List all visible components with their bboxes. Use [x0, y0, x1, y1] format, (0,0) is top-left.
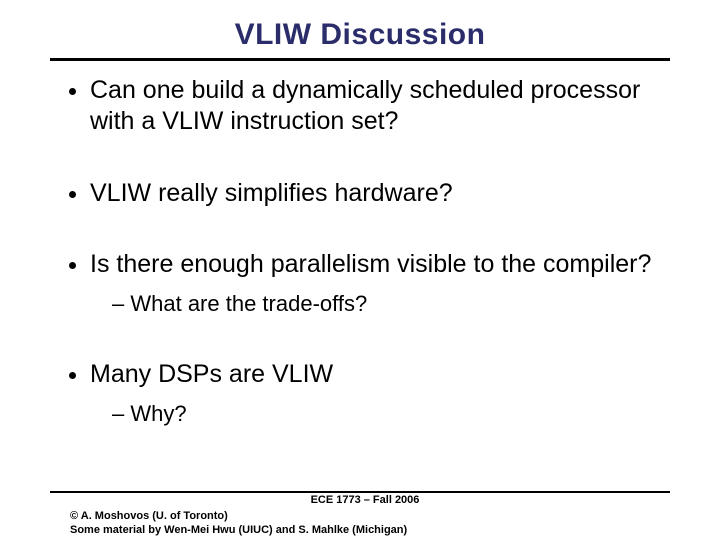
footer-rule: [50, 491, 670, 493]
sub-text: What are the trade-offs?: [130, 291, 367, 316]
list-item: Many DSPs are VLIW Why?: [90, 359, 660, 429]
list-item: Can one build a dynamically scheduled pr…: [90, 75, 660, 138]
sub-item: What are the trade-offs?: [112, 290, 660, 319]
bullet-list: Can one build a dynamically scheduled pr…: [60, 75, 660, 428]
list-item: VLIW really simplifies hardware?: [90, 178, 660, 209]
sub-list: Why?: [90, 400, 660, 429]
slide: VLIW Discussion Can one build a dynamica…: [0, 0, 720, 540]
bullet-text: VLIW really simplifies hardware?: [90, 179, 453, 207]
bullet-text: Many DSPs are VLIW: [90, 360, 333, 388]
footer-course: ECE 1773 – Fall 2006: [70, 494, 660, 508]
bullet-text: Can one build a dynamically scheduled pr…: [90, 76, 640, 135]
footer: ECE 1773 – Fall 2006 © A. Moshovos (U. o…: [70, 494, 660, 537]
sub-list: What are the trade-offs?: [90, 290, 660, 319]
title-rule: [50, 58, 670, 61]
sub-item: Why?: [112, 400, 660, 429]
sub-text: Why?: [130, 401, 186, 426]
footer-copyright: © A. Moshovos (U. of Toronto): [70, 510, 660, 524]
slide-title: VLIW Discussion: [60, 18, 660, 52]
footer-credits: Some material by Wen-Mei Hwu (UIUC) and …: [70, 524, 660, 538]
list-item: Is there enough parallelism visible to t…: [90, 249, 660, 319]
bullet-text: Is there enough parallelism visible to t…: [90, 250, 651, 278]
